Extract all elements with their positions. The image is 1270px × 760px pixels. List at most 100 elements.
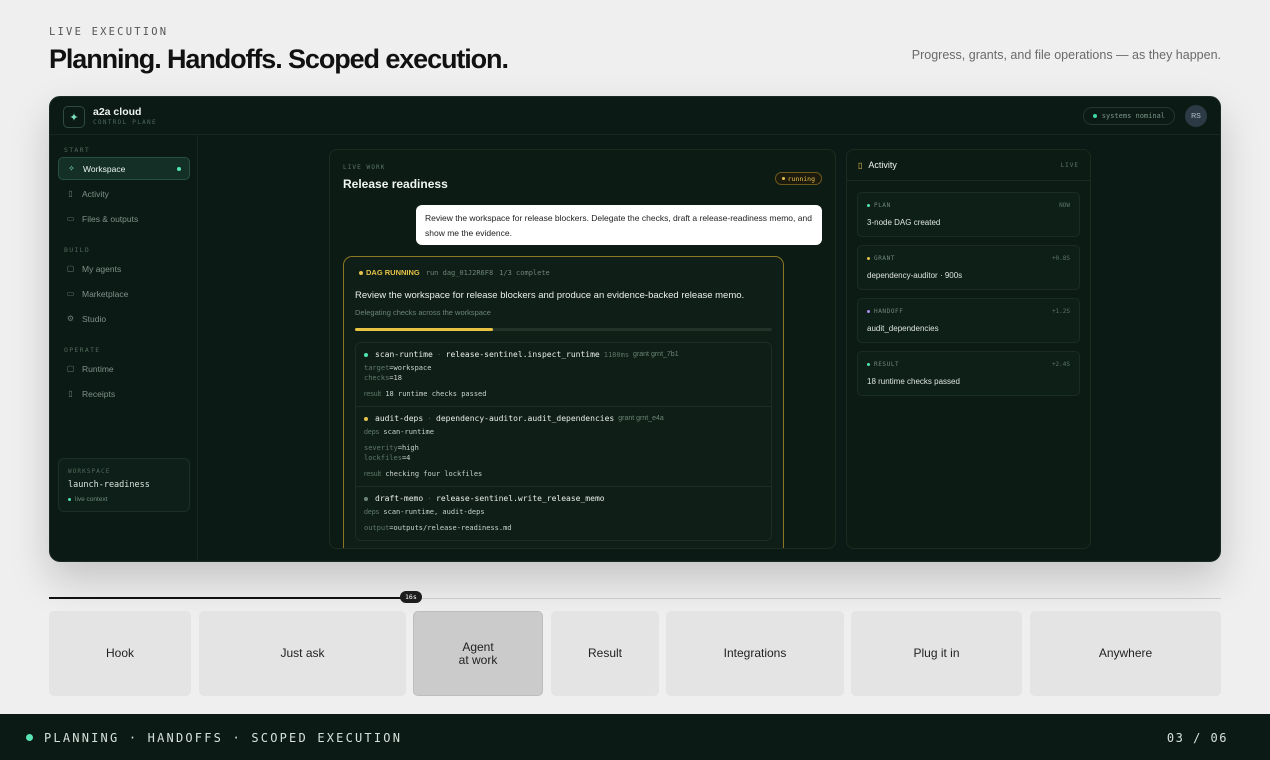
footer-caption: PLANNING · HANDOFFS · SCOPED EXECUTION bbox=[44, 731, 403, 745]
dag-step-draft-memo[interactable]: draft-memo · release-sentinel.write_rele… bbox=[356, 487, 771, 540]
chapter-tab-agent-at-work[interactable]: Agent at work bbox=[413, 611, 543, 696]
sidebar-item-label: Studio bbox=[82, 313, 107, 324]
sidebar-item-runtime[interactable]: ▢ Runtime bbox=[58, 357, 190, 380]
app-window: ✦ a2a cloud CONTROL PLANE systems nomina… bbox=[49, 96, 1221, 562]
store-icon: ▭ bbox=[66, 289, 75, 298]
separator: · bbox=[427, 414, 432, 423]
dag-progress-fill bbox=[355, 328, 493, 331]
status-dot-icon bbox=[1092, 114, 1097, 118]
event-text: 18 runtime checks passed bbox=[867, 377, 960, 386]
folder-icon: ▭ bbox=[66, 214, 75, 223]
step-param: checks=18 bbox=[364, 374, 402, 382]
dag-count: 1/3 complete bbox=[499, 268, 550, 277]
gear-icon: ⚙ bbox=[66, 314, 75, 323]
chapter-tab-hook[interactable]: Hook bbox=[49, 611, 191, 696]
sidebar-item-workspace[interactable]: ✧ Workspace bbox=[58, 157, 190, 180]
activity-live-label: LIVE bbox=[1060, 162, 1079, 169]
step-name: scan-runtime bbox=[375, 350, 433, 359]
timeline-progress bbox=[49, 597, 413, 599]
activity-event-handoff[interactable]: HANDOFF +1.2S audit_dependencies bbox=[857, 298, 1080, 343]
event-kind: RESULT bbox=[867, 361, 899, 368]
agent-icon: ▢ bbox=[66, 264, 75, 273]
step-op: dependency-auditor.audit_dependencies bbox=[436, 414, 615, 423]
timeline-track[interactable] bbox=[49, 597, 1221, 599]
event-dot-icon bbox=[867, 257, 870, 260]
chapter-tab-integrations[interactable]: Integrations bbox=[666, 611, 844, 696]
page-title: Planning. Handoffs. Scoped execution. bbox=[49, 44, 509, 74]
section-label-operate: OPERATE bbox=[64, 346, 101, 354]
section-label-build: BUILD bbox=[64, 246, 91, 254]
active-dot-icon bbox=[177, 167, 181, 171]
event-kind: PLAN bbox=[867, 202, 891, 209]
step-op: release-sentinel.inspect_runtime bbox=[445, 350, 600, 359]
event-time: NOW bbox=[1059, 202, 1070, 209]
sidebar-item-studio[interactable]: ⚙ Studio bbox=[58, 307, 190, 330]
event-dot-icon bbox=[867, 310, 870, 313]
chapter-label: Result bbox=[587, 646, 622, 660]
app-name: a2a cloud bbox=[93, 106, 142, 118]
dag-step-scan-runtime[interactable]: scan-runtime · release-sentinel.inspect_… bbox=[356, 343, 771, 407]
activity-title-text: Activity bbox=[868, 160, 897, 170]
step-param: lockfiles=4 bbox=[364, 454, 411, 462]
event-time: +1.2S bbox=[1051, 308, 1070, 315]
chapter-label: Integrations bbox=[723, 646, 787, 660]
chapter-tab-just-ask[interactable]: Just ask bbox=[199, 611, 406, 696]
sidebar-item-my-agents[interactable]: ▢ My agents bbox=[58, 257, 190, 280]
chapter-tab-result[interactable]: Result bbox=[551, 611, 659, 696]
sidebar-item-label: Marketplace bbox=[82, 288, 129, 299]
step-param: severity=high bbox=[364, 444, 419, 452]
activity-event-result[interactable]: RESULT +2.4S 18 runtime checks passed bbox=[857, 351, 1080, 396]
step-deps: deps scan-runtime bbox=[364, 428, 434, 436]
timeline-time-badge[interactable]: 16s bbox=[400, 591, 422, 603]
event-dot-icon bbox=[867, 363, 870, 366]
chapter-label: Anywhere bbox=[1098, 646, 1153, 660]
section-label-start: START bbox=[64, 146, 91, 154]
running-dot-icon bbox=[781, 177, 785, 180]
chapter-tab-plug-it-in[interactable]: Plug it in bbox=[851, 611, 1022, 696]
step-duration: 1180ms bbox=[603, 350, 630, 359]
sidebar-item-label: My agents bbox=[82, 263, 122, 274]
page-counter: 03 / 06 bbox=[1166, 731, 1228, 745]
chapter-label: Hook bbox=[105, 646, 134, 660]
event-dot-icon bbox=[867, 204, 870, 207]
step-result: result 18 runtime checks passed bbox=[364, 390, 487, 398]
step-op: release-sentinel.write_release_memo bbox=[436, 494, 605, 503]
dag-run-id: run dag_01J2R6F8 bbox=[425, 268, 494, 277]
dag-state: DAG RUNNING bbox=[359, 268, 420, 277]
separator: · bbox=[427, 494, 432, 503]
workspace-card[interactable]: WORKSPACE launch-readiness live context bbox=[58, 458, 190, 512]
sidebar-item-activity[interactable]: ▯ Activity bbox=[58, 182, 190, 205]
chapter-label: Plug it in bbox=[913, 646, 960, 660]
system-status-text: systems nominal bbox=[1101, 112, 1165, 120]
sidebar-item-receipts[interactable]: ▯ Receipts bbox=[58, 382, 190, 405]
book-icon: ▯ bbox=[858, 160, 863, 170]
activity-event-grant[interactable]: GRANT +0.8S dependency-auditor · 900s bbox=[857, 245, 1080, 290]
book-icon: ▯ bbox=[68, 189, 73, 198]
app-subtitle: CONTROL PLANE bbox=[93, 119, 157, 126]
chapter-tab-anywhere[interactable]: Anywhere bbox=[1030, 611, 1221, 696]
live-work-label: LIVE WORK bbox=[343, 164, 386, 171]
sidebar-item-marketplace[interactable]: ▭ Marketplace bbox=[58, 282, 190, 305]
workspace-context-text: live context bbox=[75, 496, 108, 503]
live-work-title: Release readiness bbox=[343, 177, 448, 191]
eyebrow: LIVE EXECUTION bbox=[49, 26, 169, 38]
step-deps: deps scan-runtime, audit-deps bbox=[364, 508, 485, 516]
activity-title: ▯ Activity bbox=[858, 160, 897, 170]
top-bar: ✦ a2a cloud CONTROL PLANE systems nomina… bbox=[50, 97, 1220, 135]
sidebar-item-label: Receipts bbox=[82, 388, 116, 399]
dag-step-audit-deps[interactable]: audit-deps · dependency-auditor.audit_de… bbox=[356, 407, 771, 487]
step-header: audit-deps · dependency-auditor.audit_de… bbox=[364, 414, 763, 423]
event-time: +2.4S bbox=[1051, 361, 1070, 368]
user-prompt-bubble: Review the workspace for release blocker… bbox=[416, 205, 822, 245]
sidebar-item-label: Workspace bbox=[83, 163, 126, 174]
chapter-label: Agent at work bbox=[458, 639, 498, 667]
logo-sparkle-icon[interactable]: ✦ bbox=[63, 106, 85, 128]
avatar[interactable]: RS bbox=[1185, 105, 1207, 127]
sidebar-item-files[interactable]: ▭ Files & outputs bbox=[58, 207, 190, 230]
event-time: +0.8S bbox=[1051, 255, 1070, 262]
footer-bar: PLANNING · HANDOFFS · SCOPED EXECUTION 0… bbox=[0, 714, 1270, 760]
sidebar-item-label: Activity bbox=[82, 188, 109, 199]
activity-event-plan[interactable]: PLAN NOW 3-node DAG created bbox=[857, 192, 1080, 237]
activity-panel: ▯ Activity LIVE PLAN NOW 3-node DAG crea… bbox=[846, 149, 1091, 549]
dag-subtitle: Delegating checks across the workspace bbox=[355, 308, 491, 317]
